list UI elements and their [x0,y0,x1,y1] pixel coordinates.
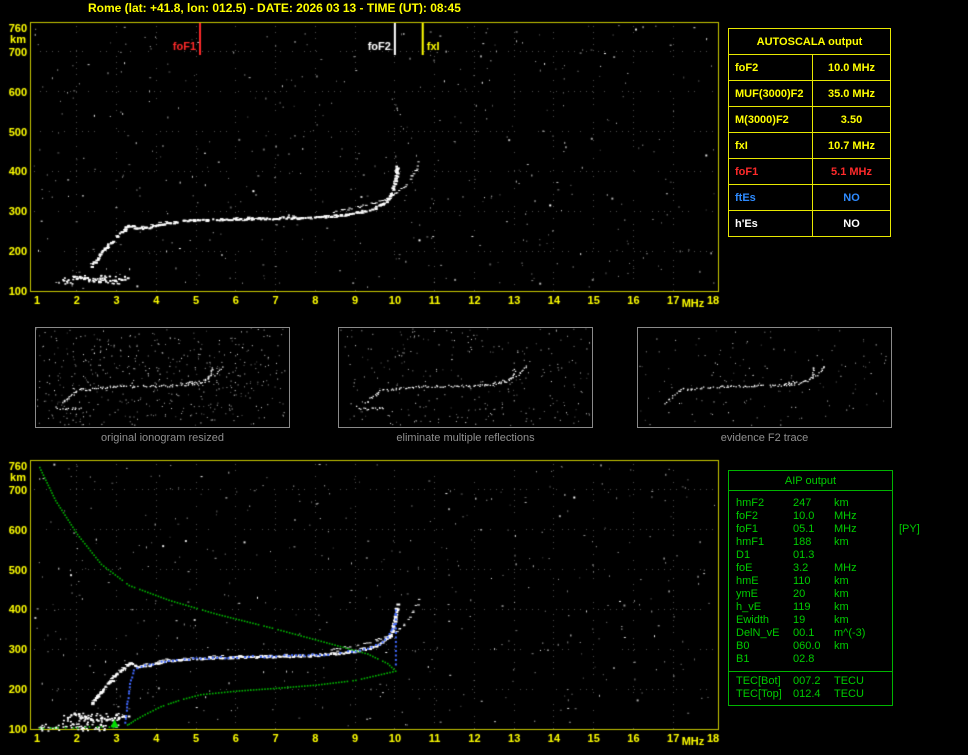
aip-row-label: Ewidth [736,614,770,626]
aip-row-unit: km [834,497,849,509]
thumbnail-caption-original: original ionogram resized [101,432,224,444]
autoscala-row-value: NO [812,210,891,237]
thumbnail-eliminate-reflections [338,327,593,428]
autoscala-row-label: foF1 [728,158,813,185]
aip-row: ymE 20 km [729,588,892,601]
aip-row-label: hmF2 [736,497,765,509]
autoscala-row: ftEs NO [728,184,891,211]
aip-row-label: TEC[Top] [736,688,782,700]
aip-row-label: B0 [736,640,750,652]
aip-row: B1 02.8 [729,653,892,666]
aip-row-unit: km [834,614,849,626]
aip-row-extra: [PY] [899,523,920,535]
aip-row: foF1 05.1 MHz [PY] [729,523,920,536]
aip-row-unit: m^(-3) [834,627,866,639]
aip-row: DelN_vE 00.1 m^(-3) [729,627,892,640]
autoscala-row-value: 5.1 MHz [812,158,891,185]
aip-row: Ewidth 19 km [729,614,892,627]
aip-row: TEC[Bot] 007.2 TECU [729,675,892,688]
aip-row-value: 10.0 [793,510,815,522]
aip-row-value: 247 [793,497,812,509]
autoscala-row-label: fxI [728,132,813,159]
aip-row-value: 00.1 [793,627,815,639]
aip-row-label: ymE [736,588,758,600]
aip-row-value: 012.4 [793,688,821,700]
aip-row: hmF2 247 km [729,497,892,510]
aip-row: hmF1 188 km [729,536,892,549]
autoscala-row: foF1 5.1 MHz [728,158,891,185]
aip-row-value: 110 [793,575,811,587]
aip-table-title: AIP output [729,471,892,491]
autoscala-row-value: 35.0 MHz [812,80,891,107]
aip-row: foF2 10.0 MHz [729,510,892,523]
autoscala-row: M(3000)F2 3.50 [728,106,891,133]
autoscala-row-value: 10.0 MHz [812,54,891,81]
autoscala-row: foF2 10.0 MHz [728,54,891,81]
thumbnail-evidence-f2-trace [637,327,892,428]
aip-row-unit: km [834,575,849,587]
aip-row-label: foE [736,562,753,574]
aip-row: foE 3.2 MHz [729,562,892,575]
thumbnail-caption-evidence: evidence F2 trace [720,432,809,444]
aip-row-unit: km [834,601,849,613]
thumbnail-caption-eliminate: eliminate multiple reflections [396,432,535,444]
aip-row-value: 02.8 [793,653,815,665]
aip-row-label: D1 [736,549,751,561]
autoscala-row-label: ftEs [728,184,813,211]
aip-row-label: B1 [736,653,750,665]
autoscala-table-title: AUTOSCALA output [728,28,891,55]
aip-row-unit: km [834,588,849,600]
aip-row-unit: km [834,640,849,652]
aip-row: TEC[Top] 012.4 TECU [729,688,892,701]
aip-row-value: 3.2 [793,562,809,574]
aip-row-label: TEC[Bot] [736,675,781,687]
aip-row-label: hmE [736,575,759,587]
aip-row-unit: MHz [834,510,857,522]
aip-row: D1 01.3 [729,549,892,562]
autoscala-row-label: h'Es [728,210,813,237]
aip-row: h_vE 119 km [729,601,892,614]
aip-row-label: DelN_vE [736,627,780,639]
autoscala-row-value: 3.50 [812,106,891,133]
aip-table-body: hmF2 247 km foF2 10.0 MHz foF1 05.1 MHz [PY] hmF1 1… [729,491,920,669]
aip-output-panel: AIP output hmF2 247 km foF2 10.0 MHz foF1 05.1 M… [728,470,920,706]
autoscala-row-label: foF2 [728,54,813,81]
aip-tec-section: TEC[Bot] 007.2 TECU TEC[Top] 012.4 TECU [729,671,892,705]
autoscala-output-table: AUTOSCALA output foF2 10.0 MHz MUF(3000)F2… [728,28,891,237]
autoscala-row: MUF(3000)F2 35.0 MHz [728,80,891,107]
aip-row-value: 05.1 [793,523,815,535]
aip-row-value: 060.0 [793,640,821,652]
aip-row-value: 20 [793,588,806,600]
aip-row-unit: TECU [834,675,864,687]
autoscala-row: h'Es NO [728,210,891,237]
aip-row-label: foF2 [736,510,759,522]
autoscala-row-label: MUF(3000)F2 [728,80,813,107]
autoscala-row-label: M(3000)F2 [728,106,813,133]
aip-row-unit: MHz [834,523,857,535]
aip-row-value: 119 [793,601,811,613]
aip-row-label: hmF1 [736,536,765,548]
aip-row-value: 19 [793,614,806,626]
aip-row: B0 060.0 km [729,640,892,653]
profile-ionogram-plot [0,452,724,754]
scaled-ionogram-plot [0,14,724,314]
station-title: Rome (lat: +41.8, lon: 012.5) - DATE: 20… [88,1,461,15]
autoscala-row-value: NO [812,184,891,211]
thumbnail-original-ionogram [35,327,290,428]
aip-row-label: h_vE [736,601,762,613]
aip-row-value: 188 [793,536,812,548]
aip-row-value: 007.2 [793,675,821,687]
aip-row-unit: MHz [834,562,857,574]
autoscala-row-value: 10.7 MHz [812,132,891,159]
autoscala-row: fxI 10.7 MHz [728,132,891,159]
aip-row-value: 01.3 [793,549,815,561]
autoscala-window: Rome (lat: +41.8, lon: 012.5) - DATE: 20… [0,0,968,755]
aip-row: hmE 110 km [729,575,892,588]
aip-row-label: foF1 [736,523,759,535]
aip-row-unit: km [834,536,849,548]
aip-row-unit: TECU [834,688,864,700]
